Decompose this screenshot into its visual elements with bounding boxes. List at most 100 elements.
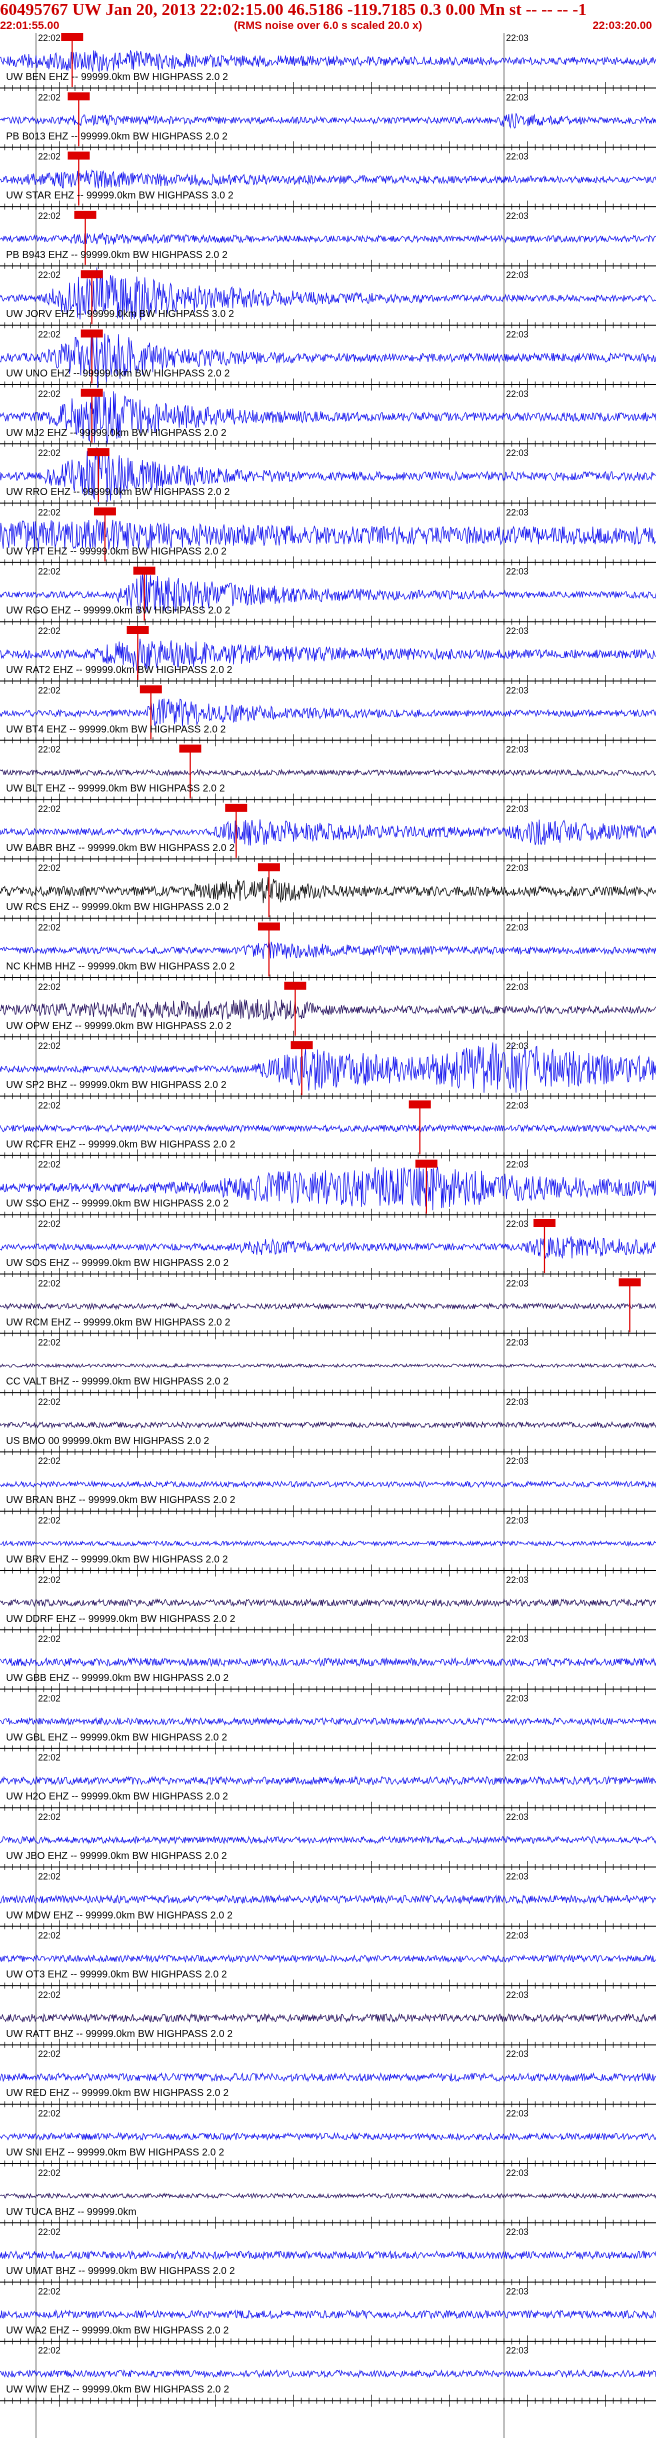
station-row: UW RAT2 EHZ -- 99999.0km BW HIGHPASS 2.0… [0,626,656,687]
tick-label-22-03: 22:03 [506,1278,529,1288]
station-row: UW GBL EHZ -- 99999.0km BW HIGHPASS 2.0 … [0,1693,656,1755]
tick-label-22-03: 22:03 [506,1516,529,1526]
station-row: UW TUCA BHZ -- 99999.0km 22:02 22:03 [0,2168,656,2229]
tick-label-22-03: 22:03 [506,1812,529,1822]
station-row: UW GBB EHZ -- 99999.0km BW HIGHPASS 2.0 … [0,1634,656,1696]
station-label: UW SNI EHZ -- 99999.0km BW HIGHPASS 2.0 … [6,2148,225,2159]
station-label: PB B013 EHZ -- 99999.0km BW HIGHPASS 2.0… [6,131,228,142]
station-row: UW MDW EHZ -- 99999.0km BW HIGHPASS 2.0 … [0,1871,656,1933]
station-label: UW UNO EHZ -- 99999.0km BW HIGHPASS 2.0 … [6,369,230,380]
station-label: UW BT4 EHZ -- 99999.0km BW HIGHPASS 2.0 … [6,724,226,735]
pick-marker [80,329,103,338]
station-label: UW JORV EHZ -- 99999.0km BW HIGHPASS 3.0… [6,309,234,320]
station-row: UW YPT EHZ -- 99999.0km BW HIGHPASS 2.0 … [0,507,656,569]
pick-marker [61,33,84,41]
event-title: 60495767 UW Jan 20, 2013 22:02:15.00 46.… [0,0,587,19]
waveform-trace [0,2192,656,2200]
station-row: UW BT4 EHZ -- 99999.0km BW HIGHPASS 2.0 … [0,685,656,747]
waveform-trace [0,232,656,245]
station-label: UW UMAT BHZ -- 99999.0km BW HIGHPASS 2.0… [6,2266,235,2277]
tick-label-22-03: 22:03 [506,211,529,221]
pick-marker [179,744,202,753]
waveform-trace [0,1835,656,1845]
station-row: UW RGO EHZ -- 99999.0km BW HIGHPASS 2.0 … [0,566,656,628]
tick-label-22-02: 22:02 [38,863,61,873]
tick-label-22-03: 22:03 [506,1990,529,2000]
tick-label-22-03: 22:03 [506,567,529,577]
tick-label-22-02: 22:02 [38,1634,61,1644]
station-row: UW MJ2 EHZ -- 99999.0km BW HIGHPASS 2.0 … [0,388,656,450]
station-label: UW OPW EHZ -- 99999.0km BW HIGHPASS 2.0 … [6,1021,232,1032]
station-label: UW RGO EHZ -- 99999.0km BW HIGHPASS 2.0 … [6,606,231,617]
tick-label-22-03: 22:03 [506,1456,529,1466]
station-label: UW BRV EHZ -- 99999.0km BW HIGHPASS 2.0 … [6,1555,228,1566]
station-row: UW OPW EHZ -- 99999.0km BW HIGHPASS 2.0 … [0,981,656,1043]
station-row: UW SSO EHZ -- 99999.0km BW HIGHPASS 2.0 … [0,1159,656,1221]
tick-label-22-03: 22:03 [506,1041,529,1051]
station-row: UW SNI EHZ -- 99999.0km BW HIGHPASS 2.0 … [0,2109,656,2170]
tick-label-22-02: 22:02 [38,2049,61,2059]
waveform-trace [0,1236,656,1260]
station-label: PB B943 EHZ -- 99999.0km BW HIGHPASS 2.0… [6,250,228,261]
tick-label-22-02: 22:02 [38,1278,61,1288]
tick-label-22-02: 22:02 [38,626,61,636]
tick-label-22-02: 22:02 [38,567,61,577]
tick-label-22-03: 22:03 [506,1753,529,1763]
station-row: UW RATT BHZ -- 99999.0km BW HIGHPASS 2.0… [0,1990,656,2051]
waveform-trace [0,169,656,189]
tick-label-22-03: 22:03 [506,389,529,399]
waveform-trace [0,941,656,959]
tick-label-22-03: 22:03 [506,330,529,340]
tick-label-22-03: 22:03 [506,92,529,102]
pick-marker [126,626,149,634]
waveform-trace [0,50,656,73]
station-label: UW SOS EHZ -- 99999.0km BW HIGHPASS 2.0 … [6,1258,229,1269]
tick-label-22-02: 22:02 [38,1041,61,1051]
tick-label-22-02: 22:02 [38,2227,61,2237]
waveform-trace [0,1123,656,1133]
tick-label-22-03: 22:03 [506,2109,529,2119]
waveform-trace [0,819,656,846]
tick-label-22-03: 22:03 [506,1219,529,1229]
tick-label-22-02: 22:02 [38,745,61,755]
station-label: CC VALT BHZ -- 99999.0km BW HIGHPASS 2.0… [6,1377,229,1388]
seismogram-page: 60495767 UW Jan 20, 2013 22:02:15.00 46.… [0,0,656,2438]
pick-marker [415,1159,438,1168]
pick-marker [74,210,97,219]
station-label: UW SP2 BHZ -- 99999.0km BW HIGHPASS 2.0 … [6,1080,227,1091]
pick-marker [225,803,248,812]
station-row: UW UNO EHZ -- 99999.0km BW HIGHPASS 2.0 … [0,329,656,391]
tick-label-22-02: 22:02 [38,2109,61,2119]
tick-label-22-03: 22:03 [506,2227,529,2237]
waveform-trace [0,1894,656,1905]
waveform-trace [0,2369,656,2379]
pick-marker [133,566,156,575]
tick-label-22-02: 22:02 [38,33,61,43]
station-label: UW GBL EHZ -- 99999.0km BW HIGHPASS 2.0 … [6,1732,228,1743]
tick-label-22-03: 22:03 [506,448,529,458]
tick-label-22-03: 22:03 [506,1634,529,1644]
station-row: UW BEN EHZ -- 99999.0km BW HIGHPASS 2.0 … [0,33,656,94]
station-label: UW SSO EHZ -- 99999.0km BW HIGHPASS 2.0 … [6,1199,229,1210]
tick-label-22-03: 22:03 [506,1693,529,1703]
station-row: UW RCM EHZ -- 99999.0km BW HIGHPASS 2.0 … [0,1278,656,1340]
tick-label-22-02: 22:02 [38,2168,61,2178]
station-label: UW BLT EHZ -- 99999.0km BW HIGHPASS 2.0 … [6,784,225,795]
waveform-trace [0,1954,656,1964]
station-label: UW JBO EHZ -- 99999.0km BW HIGHPASS 2.0 … [6,1851,227,1862]
station-row: UW BABR BHZ -- 99999.0km BW HIGHPASS 2.0… [0,803,656,865]
station-label: UW RCFR EHZ -- 99999.0km BW HIGHPASS 2.0… [6,1139,236,1150]
tick-label-22-02: 22:02 [38,92,61,102]
station-label: UW WA2 EHZ -- 99999.0km BW HIGHPASS 2.0 … [6,2325,229,2336]
tick-label-22-03: 22:03 [506,982,529,992]
tick-label-22-03: 22:03 [506,33,529,43]
tick-label-22-02: 22:02 [38,1693,61,1703]
waveform-trace [0,2309,656,2320]
waveform-trace [0,877,656,904]
tick-label-22-03: 22:03 [506,1871,529,1881]
waveform-trace [0,1716,656,1726]
station-row: UW UMAT BHZ -- 99999.0km BW HIGHPASS 2.0… [0,2227,656,2289]
tick-label-22-03: 22:03 [506,2049,529,2059]
station-row: UW BRV EHZ -- 99999.0km BW HIGHPASS 2.0 … [0,1516,656,1577]
station-row: UW BLT EHZ -- 99999.0km BW HIGHPASS 2.0 … [0,744,656,806]
